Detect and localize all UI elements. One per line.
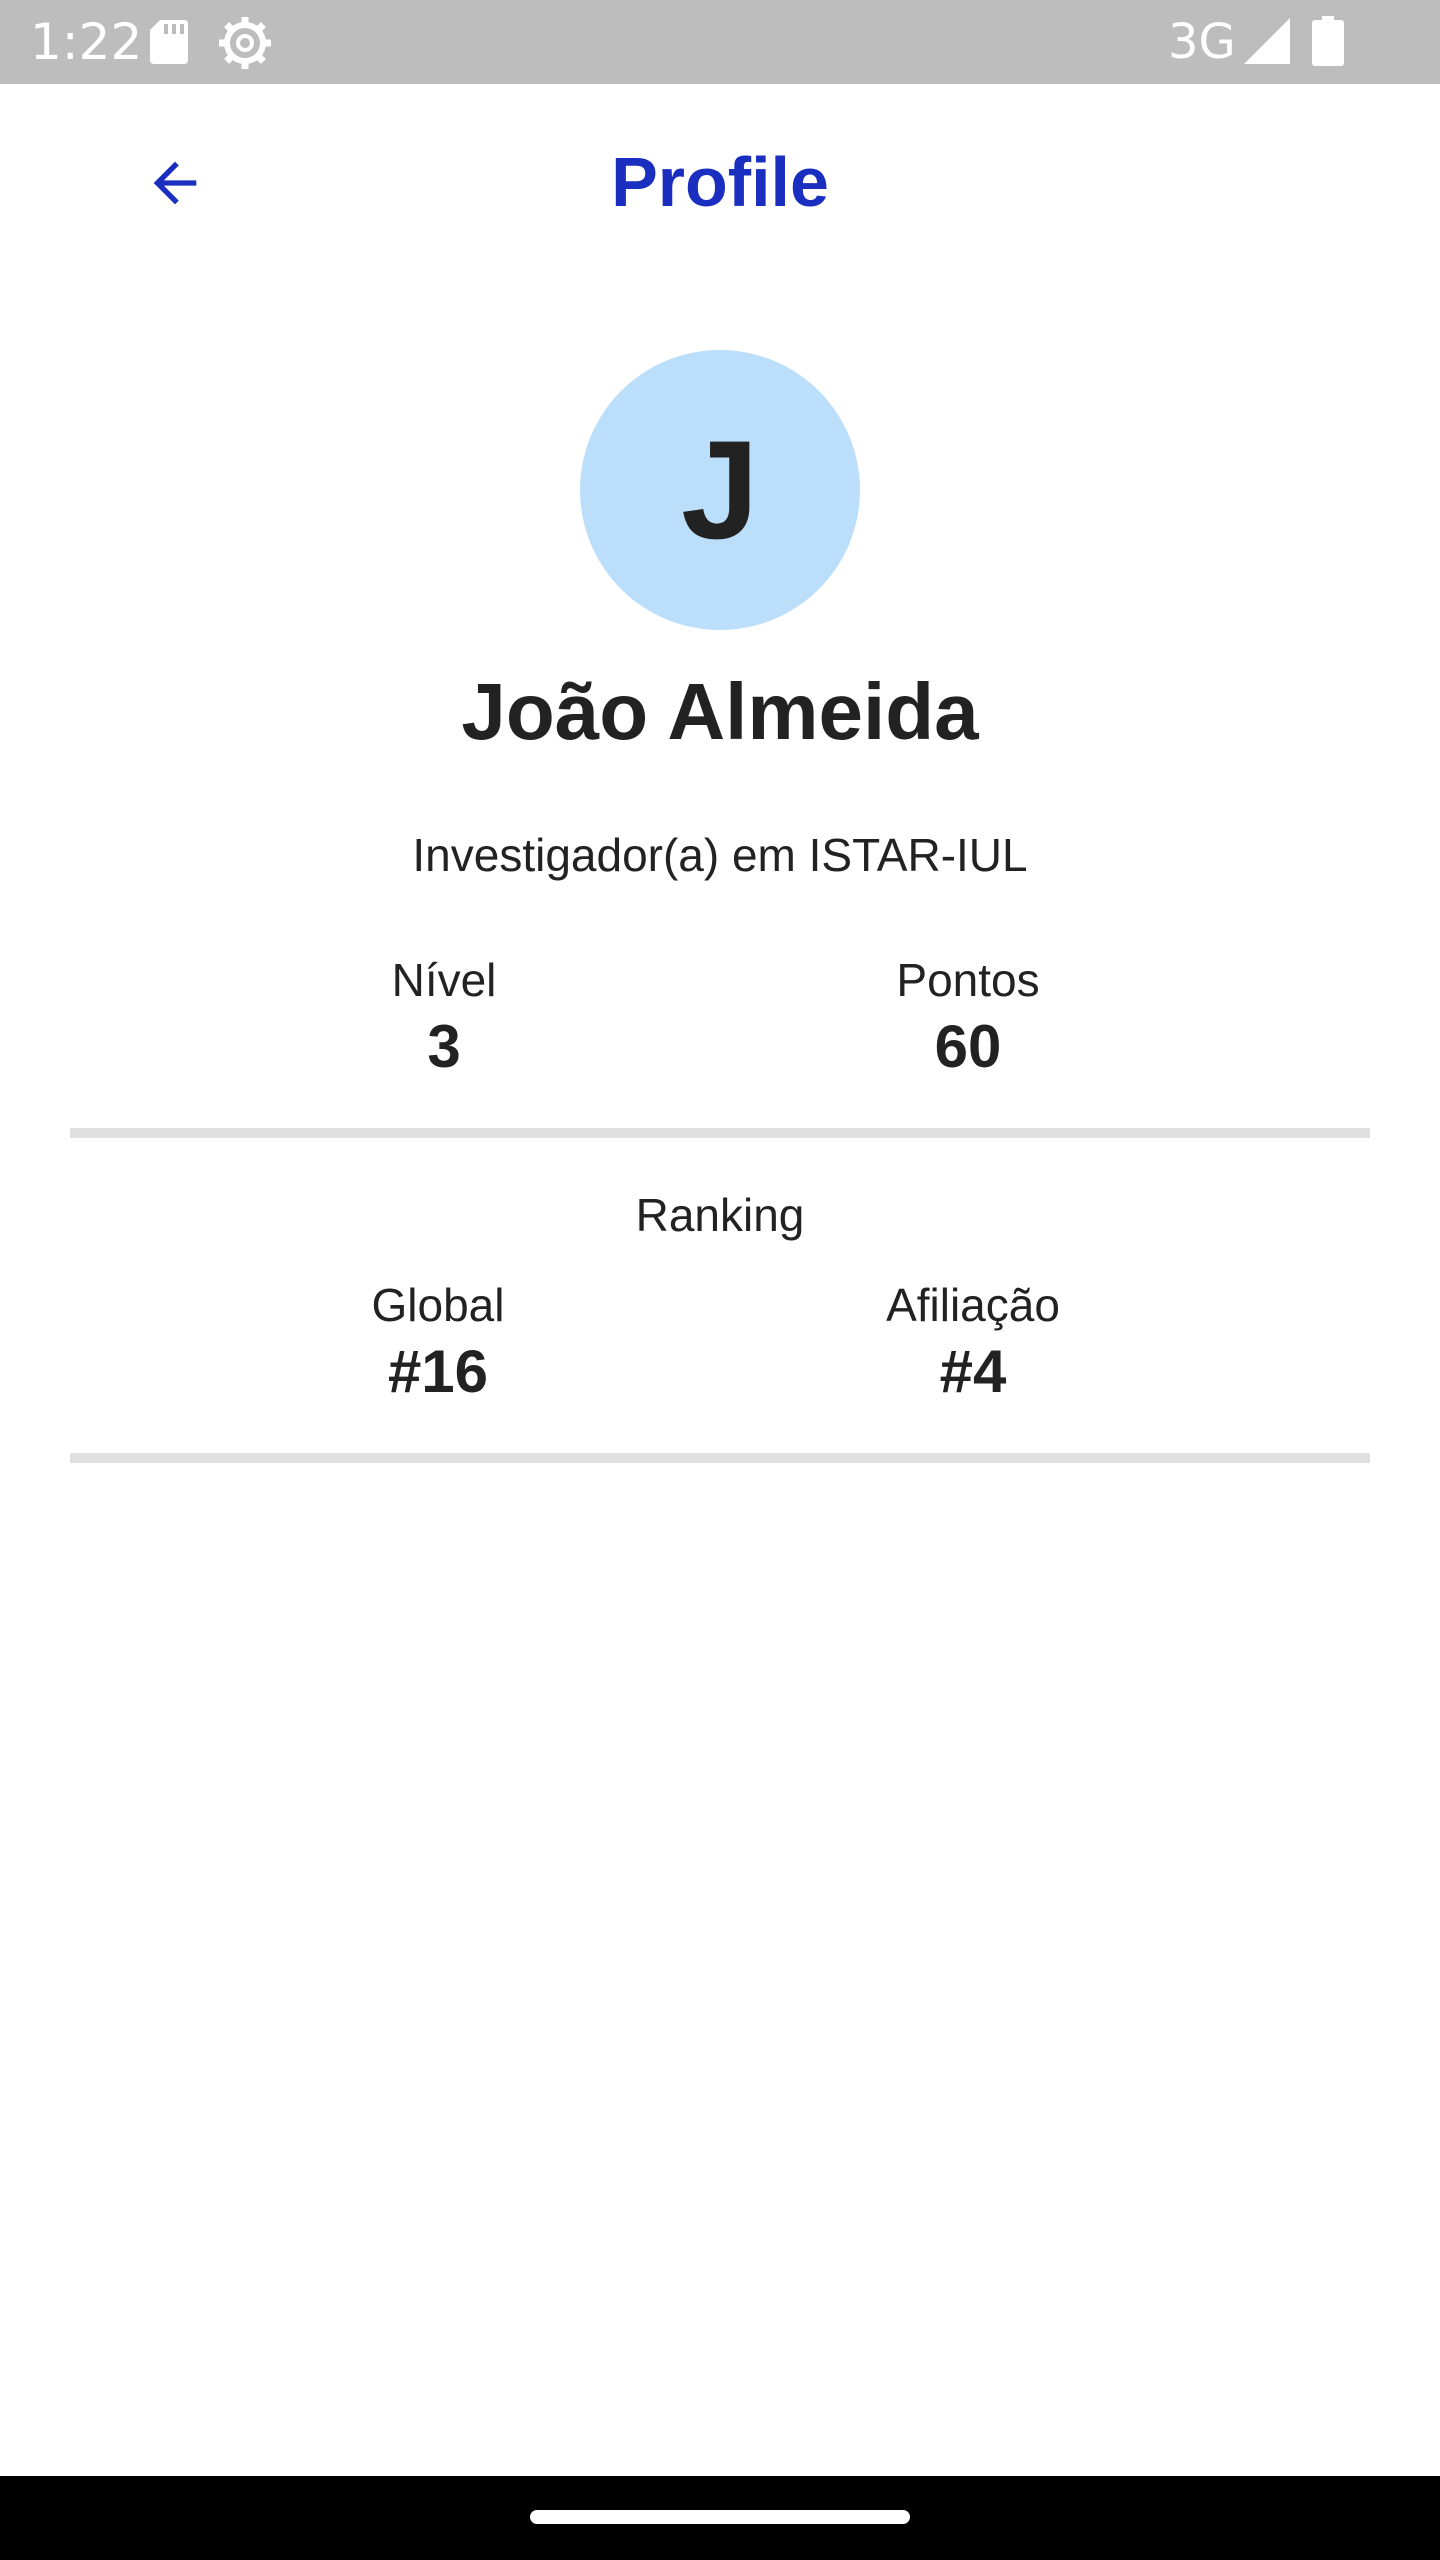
affiliation-rank-stat: Afiliação #4 bbox=[773, 1275, 1173, 1409]
user-affiliation: Investigador(a) em ISTAR-IUL bbox=[412, 829, 1028, 881]
app-bar: Profile bbox=[0, 84, 1440, 280]
status-time: 1:22 bbox=[30, 13, 143, 71]
global-rank-value: #16 bbox=[387, 1338, 489, 1405]
settings-gear-icon bbox=[219, 17, 271, 69]
battery-icon bbox=[1312, 16, 1344, 66]
back-button[interactable] bbox=[130, 138, 220, 228]
ranking-title: Ranking bbox=[635, 1189, 805, 1241]
avatar: J bbox=[580, 350, 860, 630]
global-rank-stat: Global #16 bbox=[238, 1275, 638, 1409]
navigation-bar bbox=[0, 2476, 1440, 2560]
signal-icon bbox=[1244, 18, 1290, 64]
level-label: Nível bbox=[391, 954, 497, 1006]
divider bbox=[70, 1453, 1370, 1463]
status-bar: 1:22 3G bbox=[0, 0, 1440, 84]
affiliation-rank-label: Afiliação bbox=[886, 1279, 1060, 1331]
user-name: João Almeida bbox=[461, 667, 979, 756]
points-value: 60 bbox=[934, 1013, 1002, 1080]
level-stat: Nível 3 bbox=[244, 950, 644, 1084]
global-rank-label: Global bbox=[371, 1279, 505, 1331]
divider bbox=[70, 1128, 1370, 1138]
home-gesture-handle[interactable] bbox=[530, 2510, 910, 2524]
network-type: 3G bbox=[1168, 14, 1236, 70]
points-stat: Pontos 60 bbox=[768, 950, 1168, 1084]
points-label: Pontos bbox=[896, 954, 1040, 1006]
level-value: 3 bbox=[427, 1013, 461, 1080]
affiliation-rank-value: #4 bbox=[939, 1338, 1007, 1405]
arrow-left-icon bbox=[153, 161, 197, 205]
sd-card-icon bbox=[150, 20, 188, 64]
